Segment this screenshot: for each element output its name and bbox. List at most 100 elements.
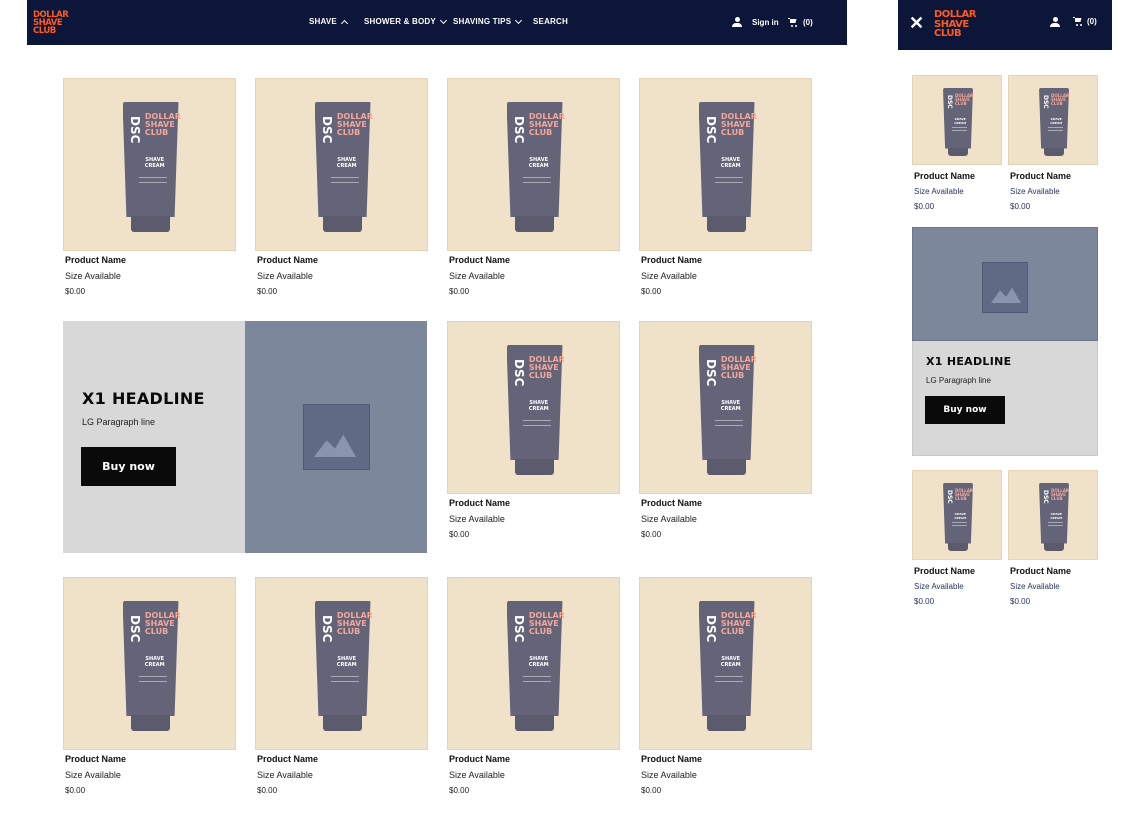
product-card-image[interactable]: DSC DOLLAR SHAVE CLUB SHAVE CREAM xyxy=(447,78,620,251)
product-name[interactable]: Product Name xyxy=(1010,171,1071,181)
mobile-hero-headline: X1 HEADLINE xyxy=(926,355,1012,368)
product-size: Size Available xyxy=(641,271,697,281)
product-price: $0.00 xyxy=(1010,202,1031,211)
logo-line: CLUB xyxy=(33,26,56,36)
chevron-down-icon xyxy=(439,16,447,25)
product-price: $0.00 xyxy=(641,530,662,539)
product-size: Size Available xyxy=(641,514,697,524)
sign-in-link[interactable]: Sign in xyxy=(752,18,779,27)
nav-item-shower-body[interactable]: SHOWER & BODY xyxy=(364,16,447,26)
product-name[interactable]: Product Name xyxy=(449,255,510,265)
close-icon[interactable]: ✕ xyxy=(909,14,924,32)
product-price: $0.00 xyxy=(914,202,935,211)
chevron-down-icon xyxy=(515,16,523,25)
product-price: $0.00 xyxy=(641,786,662,795)
cart-count[interactable]: (0) xyxy=(803,18,813,27)
product-name[interactable]: Product Name xyxy=(641,255,702,265)
product-size: Size Available xyxy=(257,770,313,780)
shave-cream-tube-image: DSC DOLLAR SHAVE CLUB SHAVE CREAM xyxy=(943,88,973,156)
product-name[interactable]: Product Name xyxy=(65,255,126,265)
product-card-image[interactable]: DSC DOLLAR SHAVE CLUB SHAVE CREAM xyxy=(639,321,812,494)
product-size: Size Available xyxy=(257,271,313,281)
product-size: Size Available xyxy=(914,187,964,196)
product-size: Size Available xyxy=(65,770,121,780)
product-price: $0.00 xyxy=(641,287,662,296)
shave-cream-tube-image: DSC DOLLAR SHAVE CLUB SHAVE CREAM xyxy=(314,600,373,731)
image-placeholder-icon xyxy=(303,404,370,470)
mobile-hero-paragraph: LG Paragraph line xyxy=(926,376,991,385)
product-name[interactable]: Product Name xyxy=(914,566,975,576)
product-size: Size Available xyxy=(449,514,505,524)
shave-cream-tube-image: DSC DOLLAR SHAVE CLUB SHAVE CREAM xyxy=(314,101,373,232)
nav-label: SEARCH xyxy=(533,17,568,26)
logo[interactable]: DOLLAR SHAVE CLUB xyxy=(33,11,69,36)
product-name[interactable]: Product Name xyxy=(1010,566,1071,576)
product-size: Size Available xyxy=(1010,582,1060,591)
image-placeholder-icon xyxy=(982,262,1028,313)
product-size: Size Available xyxy=(641,770,697,780)
chevron-up-icon xyxy=(340,19,349,27)
shave-cream-tube-image: DSC DOLLAR SHAVE CLUB SHAVE CREAM xyxy=(506,600,565,731)
shave-cream-tube-image: DSC DOLLAR SHAVE CLUB SHAVE CREAM xyxy=(122,600,181,731)
nav-item-shave[interactable]: SHAVE xyxy=(309,17,349,27)
hero-headline: X1 HEADLINE xyxy=(82,389,205,408)
product-price: $0.00 xyxy=(257,786,278,795)
cart-count[interactable]: (0) xyxy=(1087,17,1097,26)
product-size: Size Available xyxy=(449,271,505,281)
hero-paragraph: LG Paragraph line xyxy=(82,417,156,427)
product-name[interactable]: Product Name xyxy=(257,255,318,265)
shave-cream-tube-image: DSC DOLLAR SHAVE CLUB SHAVE CREAM xyxy=(506,101,565,232)
shave-cream-tube-image: DSC DOLLAR SHAVE CLUB SHAVE CREAM xyxy=(506,344,565,475)
product-size: Size Available xyxy=(449,770,505,780)
shave-cream-tube-image: DSC DOLLAR SHAVE CLUB SHAVE CREAM xyxy=(698,344,757,475)
cart-icon[interactable] xyxy=(1073,17,1083,26)
logo[interactable]: DOLLAR SHAVE CLUB xyxy=(934,10,977,39)
product-card-image[interactable]: DSC DOLLAR SHAVE CLUB SHAVE CREAM xyxy=(447,321,620,494)
product-card-image[interactable]: DSC DOLLAR SHAVE CLUB SHAVE CREAM xyxy=(255,577,428,750)
nav-item-search[interactable]: SEARCH xyxy=(533,17,568,26)
shave-cream-tube-image: DSC DOLLAR SHAVE CLUB SHAVE CREAM xyxy=(698,101,757,232)
product-name[interactable]: Product Name xyxy=(449,498,510,508)
product-size: Size Available xyxy=(914,582,964,591)
nav-label: SHAVE xyxy=(309,17,337,26)
user-icon[interactable] xyxy=(1050,17,1060,27)
nav-item-shaving-tips[interactable]: SHAVING TIPS xyxy=(453,16,523,26)
product-price: $0.00 xyxy=(449,287,470,296)
product-price: $0.00 xyxy=(65,786,86,795)
product-name[interactable]: Product Name xyxy=(449,754,510,764)
cart-icon[interactable] xyxy=(788,18,798,27)
shave-cream-tube-image: DSC DOLLAR SHAVE CLUB SHAVE CREAM xyxy=(1039,483,1069,551)
product-price: $0.00 xyxy=(1010,597,1031,606)
product-card-image[interactable]: DSC DOLLAR SHAVE CLUB SHAVE CREAM xyxy=(639,78,812,251)
shave-cream-tube-image: DSC DOLLAR SHAVE CLUB SHAVE CREAM xyxy=(122,101,181,232)
product-name[interactable]: Product Name xyxy=(65,754,126,764)
product-card-image[interactable]: DSC DOLLAR SHAVE CLUB SHAVE CREAM xyxy=(639,577,812,750)
product-price: $0.00 xyxy=(449,530,470,539)
product-price: $0.00 xyxy=(65,287,86,296)
product-name[interactable]: Product Name xyxy=(641,754,702,764)
product-name[interactable]: Product Name xyxy=(641,498,702,508)
product-card-image[interactable]: DSC DOLLAR SHAVE CLUB SHAVE CREAM xyxy=(63,78,236,251)
product-card-image[interactable]: DSC DOLLAR SHAVE CLUB SHAVE CREAM xyxy=(63,577,236,750)
product-name[interactable]: Product Name xyxy=(914,171,975,181)
product-card-image[interactable]: DSC DOLLAR SHAVE CLUB SHAVE CREAM xyxy=(447,577,620,750)
product-card-image[interactable]: DSC DOLLAR SHAVE CLUB SHAVE CREAM xyxy=(255,78,428,251)
buy-now-button[interactable]: Buy now xyxy=(81,447,176,486)
nav-label: SHOWER & BODY xyxy=(364,17,436,26)
mobile-buy-now-button[interactable]: Buy now xyxy=(925,396,1005,424)
product-card-image[interactable]: DSC DOLLAR SHAVE CLUB SHAVE CREAM xyxy=(1008,470,1098,560)
logo-line: CLUB xyxy=(934,28,962,39)
product-size: Size Available xyxy=(65,271,121,281)
shave-cream-tube-image: DSC DOLLAR SHAVE CLUB SHAVE CREAM xyxy=(1039,88,1069,156)
nav-label: SHAVING TIPS xyxy=(453,17,512,26)
product-name[interactable]: Product Name xyxy=(257,754,318,764)
shave-cream-tube-image: DSC DOLLAR SHAVE CLUB SHAVE CREAM xyxy=(698,600,757,731)
product-card-image[interactable]: DSC DOLLAR SHAVE CLUB SHAVE CREAM xyxy=(1008,75,1098,165)
product-price: $0.00 xyxy=(914,597,935,606)
shave-cream-tube-image: DSC DOLLAR SHAVE CLUB SHAVE CREAM xyxy=(943,483,973,551)
product-price: $0.00 xyxy=(257,287,278,296)
product-card-image[interactable]: DSC DOLLAR SHAVE CLUB SHAVE CREAM xyxy=(912,75,1002,165)
user-icon[interactable] xyxy=(732,17,742,27)
product-price: $0.00 xyxy=(449,786,470,795)
product-card-image[interactable]: DSC DOLLAR SHAVE CLUB SHAVE CREAM xyxy=(912,470,1002,560)
